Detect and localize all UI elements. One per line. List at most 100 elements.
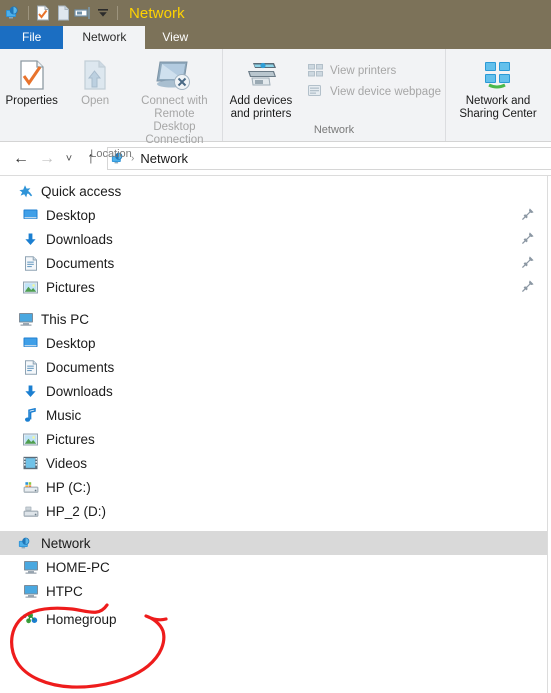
add-devices-printers-icon <box>243 58 279 92</box>
nav-item-home-pc[interactable]: HOME-PC <box>0 555 547 579</box>
nav-item-label: HTPC <box>46 583 83 599</box>
view-printers-icon <box>307 63 325 79</box>
remote-desktop-icon <box>154 58 194 92</box>
nav-item-label: Documents <box>46 359 115 375</box>
view-printers-label: View printers <box>329 64 397 77</box>
nav-item-label: HP (C:) <box>46 479 91 495</box>
nav-item-label: Downloads <box>46 231 113 247</box>
network-sharing-center-icon <box>481 58 515 92</box>
nav-section-spacer <box>0 299 547 307</box>
open-icon <box>81 58 109 92</box>
properties-icon <box>18 58 46 92</box>
window-title: Network <box>129 4 185 22</box>
nav-item-homegroup[interactable]: Homegroup <box>0 607 547 631</box>
content-area: Quick access Desktop Downloads Documents… <box>0 176 551 693</box>
documents-icon <box>22 359 39 376</box>
view-printers-button[interactable]: View printers <box>303 60 445 81</box>
nav-item-quick-access-pictures[interactable]: Pictures <box>0 275 547 299</box>
ribbon-group-label-location: Location <box>90 148 132 160</box>
connect-remote-desktop-label: Connect with Remote Desktop Connection <box>141 95 208 146</box>
tab-file[interactable]: File <box>0 26 64 49</box>
properties-label: Properties <box>5 95 58 107</box>
pin-icon[interactable] <box>521 231 535 245</box>
view-device-webpage-icon <box>307 84 325 100</box>
star-pin-icon <box>17 183 34 200</box>
computer-icon <box>22 559 39 576</box>
music-icon <box>22 407 39 424</box>
open-label: Open <box>81 95 110 107</box>
nav-item-label: Downloads <box>46 383 113 399</box>
nav-item-this-pc-videos[interactable]: Videos <box>0 451 547 475</box>
network-small-buttons: View printers View device webpage <box>299 54 445 102</box>
network-icon[interactable] <box>4 3 24 23</box>
this-pc-icon <box>17 311 34 328</box>
nav-item-label: Quick access <box>41 183 122 199</box>
connect-remote-desktop-button[interactable]: Connect with Remote Desktop Connection <box>127 54 222 147</box>
customize-toolbar-icon[interactable] <box>73 3 93 23</box>
nav-item-quick-access-downloads[interactable]: Downloads <box>0 227 547 251</box>
nav-item-label: Pictures <box>46 279 95 295</box>
nav-item-this-pc-pictures[interactable]: Pictures <box>0 427 547 451</box>
nav-item-label: Homegroup <box>46 611 117 627</box>
system-drive-icon <box>22 479 39 496</box>
desktop-icon <box>22 207 39 224</box>
nav-item-quick-access[interactable]: Quick access <box>0 179 547 203</box>
customize-quick-access-chevron-icon[interactable] <box>93 3 113 23</box>
ribbon: Properties Open Connect with Remote Desk… <box>0 49 551 160</box>
nav-item-this-pc-downloads[interactable]: Downloads <box>0 379 547 403</box>
add-devices-printers-button[interactable]: Add devices and printers <box>223 54 299 121</box>
pin-icon[interactable] <box>521 279 535 293</box>
nav-item-label: HOME-PC <box>46 559 110 575</box>
computer-icon <box>22 583 39 600</box>
videos-icon <box>22 455 39 472</box>
ribbon-group-sharing: Network and Sharing Center <box>445 49 550 141</box>
nav-item-label: Videos <box>46 455 88 471</box>
ribbon-group-location: Properties Open Connect with Remote Desk… <box>0 49 222 160</box>
homegroup-icon <box>22 611 39 628</box>
documents-icon <box>22 255 39 272</box>
nav-item-label: Desktop <box>46 207 96 223</box>
properties-checkmark-icon[interactable] <box>33 3 53 23</box>
nav-item-label: HP_2 (D:) <box>46 503 107 519</box>
nav-item-quick-access-desktop[interactable]: Desktop <box>0 203 547 227</box>
network-sharing-center-button[interactable]: Network and Sharing Center <box>448 54 548 121</box>
toolbar-separator <box>28 6 29 20</box>
ribbon-group-network: Add devices and printers View printers V… <box>222 49 445 141</box>
tab-network[interactable]: Network <box>63 26 146 49</box>
nav-item-drive-c[interactable]: HP (C:) <box>0 475 547 499</box>
nav-item-this-pc-music[interactable]: Music <box>0 403 547 427</box>
nav-item-quick-access-documents[interactable]: Documents <box>0 251 547 275</box>
view-device-webpage-label: View device webpage <box>329 85 441 98</box>
downloads-icon <box>22 383 39 400</box>
nav-item-label: Documents <box>46 255 115 271</box>
ribbon-group-label-network: Network <box>313 124 355 136</box>
nav-item-htpc[interactable]: HTPC <box>0 579 547 603</box>
tab-view[interactable]: View <box>145 26 205 49</box>
network-icon <box>17 535 34 552</box>
add-devices-printers-label: Add devices and printers <box>229 95 293 120</box>
pictures-icon <box>22 279 39 296</box>
pictures-icon <box>22 431 39 448</box>
view-device-webpage-button[interactable]: View device webpage <box>303 81 445 102</box>
ribbon-tab-strip: File Network View <box>0 26 551 49</box>
nav-item-this-pc-documents[interactable]: Documents <box>0 355 547 379</box>
nav-item-this-pc[interactable]: This PC <box>0 307 547 331</box>
open-button[interactable]: Open <box>63 54 126 108</box>
downloads-icon <box>22 231 39 248</box>
toolbar-separator-2 <box>117 6 118 20</box>
drive-icon <box>22 503 39 520</box>
navigation-pane: Quick access Desktop Downloads Documents… <box>0 176 548 693</box>
network-sharing-center-label: Network and Sharing Center <box>459 95 537 120</box>
nav-item-this-pc-desktop[interactable]: Desktop <box>0 331 547 355</box>
pin-icon[interactable] <box>521 207 535 221</box>
title-bar: Network <box>0 0 551 26</box>
properties-button[interactable]: Properties <box>0 54 63 108</box>
nav-item-label: Pictures <box>46 431 95 447</box>
nav-item-drive-d[interactable]: HP_2 (D:) <box>0 499 547 523</box>
nav-item-label: Desktop <box>46 335 96 351</box>
nav-item-network[interactable]: Network <box>0 531 547 555</box>
nav-section-spacer-2 <box>0 523 547 531</box>
nav-item-label: Music <box>46 407 82 423</box>
new-item-icon[interactable] <box>53 3 73 23</box>
pin-icon[interactable] <box>521 255 535 269</box>
